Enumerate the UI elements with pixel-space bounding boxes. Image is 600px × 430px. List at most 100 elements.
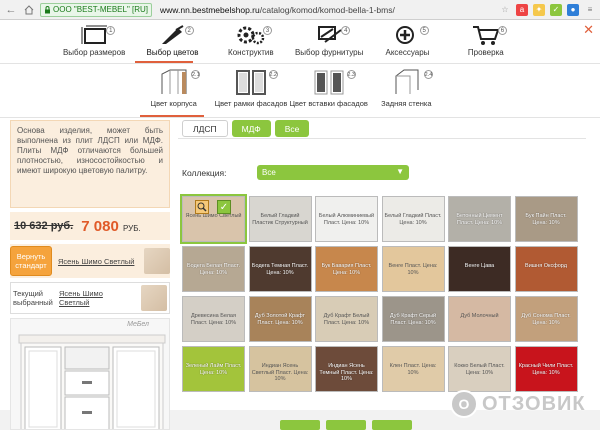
step-construction[interactable]: 3 Конструктив xyxy=(212,24,290,62)
check-icon[interactable]: ✓ xyxy=(217,200,231,214)
standard-row: Вернуть стандарт Ясень Шимо Светлый xyxy=(10,244,170,278)
color-swatch[interactable]: Дуб Крафт Серый Пласт. Цена: 10% xyxy=(381,296,445,342)
color-swatch[interactable]: Древесина Белая Пласт. Цена: 10% xyxy=(182,296,245,342)
color-swatch[interactable]: Бук Пайн Пласт. Цена: 10% xyxy=(514,196,578,242)
swatch-name: Дуб Крафт Серый Пласт. Цена: 10% xyxy=(389,313,437,326)
substep-nav: 2.1 Цвет корпуса 2.2 Цвет рамки фасадов … xyxy=(135,68,445,116)
divider xyxy=(0,117,600,118)
color-swatch[interactable]: Белый Гладкий Пласт. Цена: 10% xyxy=(381,196,445,242)
color-swatch[interactable]: Дуб Сонома Пласт. Цена: 10% xyxy=(514,296,578,342)
swatch-name: Индиан Ясень Темный Пласт. Цена: 10% xyxy=(319,363,374,382)
color-swatch[interactable]: Вишня Оксфорд xyxy=(514,246,578,292)
step-review[interactable]: 6 Проверка xyxy=(447,24,525,62)
swatch-name: Бетонный Цемент Пласт. Цена: 10% xyxy=(456,213,503,226)
step-label: Выбор фурнитуры xyxy=(294,48,364,57)
substep-back-panel[interactable]: 2.4 Задняя стенка xyxy=(368,68,445,116)
swatch-name: Вишня Оксфорд xyxy=(525,263,567,269)
swatch-name: Белый Гладкий Пласт. Цена: 10% xyxy=(384,213,442,226)
tab-all[interactable]: Все xyxy=(274,120,310,137)
tab-ldsp[interactable]: ЛДСП xyxy=(182,120,228,137)
color-swatch[interactable]: Бетонный Цемент Пласт. Цена: 10% xyxy=(448,196,511,242)
divider xyxy=(178,138,586,139)
close-icon[interactable]: ✕ xyxy=(583,22,594,38)
security-badge[interactable]: ООО "BEST-MEBEL" [RU] xyxy=(40,2,153,17)
color-swatch[interactable]: Индиан Ясень Светлый Пласт. Цена: 10% xyxy=(248,346,312,392)
substep-number: 2.1 xyxy=(191,70,201,79)
standard-color-link[interactable]: Ясень Шимо Светлый xyxy=(58,257,138,266)
collection-value: Все xyxy=(262,168,276,177)
swatch-grid: Ясень Шимо Светлый ✓ Белый Гладкий Пластик… xyxy=(180,194,578,396)
extension-icon[interactable]: ✦ xyxy=(533,3,545,16)
product-preview: МеБел xyxy=(10,318,170,430)
divider xyxy=(0,63,600,64)
swatch-name: Венге Пласт. Цена: 10% xyxy=(388,263,438,276)
facade-frame-icon xyxy=(233,68,269,96)
substep-frame-color[interactable]: 2.2 Цвет рамки фасадов xyxy=(212,68,289,116)
color-swatch[interactable]: Клен Пласт. Цена: 10% xyxy=(381,346,445,392)
current-color-link[interactable]: Ясень Шимо Светлый xyxy=(59,289,135,307)
otzovik-watermark: O ОТЗОВИК xyxy=(450,386,600,422)
chevron-down-icon: ▼ xyxy=(396,167,404,176)
color-swatch[interactable]: Индиан Ясень Темный Пласт. Цена: 10% xyxy=(315,346,378,392)
swatch-name: Дуб Крафт Белый Пласт. Цена: 10% xyxy=(323,313,370,326)
step-accessories[interactable]: 5 Аксессуары xyxy=(368,24,446,62)
color-swatch[interactable]: Бодега Темная Пласт. Цена: 10% xyxy=(248,246,312,292)
step-hardware[interactable]: 4 Выбор фурнитуры xyxy=(290,24,368,62)
extension-icon[interactable]: ✓ xyxy=(550,3,562,16)
swatch-name: Белый Алюминиевый Пласт. Цена: 10% xyxy=(318,213,375,226)
home-icon[interactable] xyxy=(22,3,36,17)
watermark-text: ОТЗОВИК xyxy=(482,392,586,415)
step-label: Проверка xyxy=(467,48,504,57)
zoom-icon[interactable] xyxy=(195,200,209,214)
color-swatch[interactable]: Венге Пласт. Цена: 10% xyxy=(381,246,445,292)
cert-label: ООО "BEST-MEBEL" [RU] xyxy=(53,5,149,14)
browser-extensions: ☆ a ✦ ✓ ● ≡ xyxy=(499,3,596,16)
step-label: Аксессуары xyxy=(385,48,430,57)
substep-label: Цвет вставки фасадов xyxy=(289,99,368,108)
collection-label: Коллекция: xyxy=(182,168,227,178)
material-description: Основа изделия, может быть выполнена из … xyxy=(10,120,170,208)
swatch-name: Индиан Ясень Светлый Пласт. Цена: 10% xyxy=(251,363,309,382)
url-path: /catalog/komod/komod-bella-1-bms/ xyxy=(259,4,395,15)
step-colors[interactable]: 2 Выбор цветов xyxy=(133,24,211,62)
step-label: Конструктив xyxy=(228,48,274,57)
color-swatch[interactable]: Дуб Молочный xyxy=(448,296,511,342)
preview-badge: МеБел xyxy=(127,321,149,328)
color-swatch[interactable]: Бук Бавария Пласт. Цена: 10% xyxy=(315,246,378,292)
extension-icon[interactable]: a xyxy=(516,3,528,16)
step-dimensions[interactable]: 1 Выбор размеров xyxy=(55,24,133,62)
browser-toolbar: ← ООО "BEST-MEBEL" [RU] www.nn.bestmebel… xyxy=(0,0,600,20)
color-swatch[interactable]: Белый Гладкий Пластик Структурный xyxy=(248,196,312,242)
tab-mdf[interactable]: МДФ xyxy=(231,120,271,137)
color-swatch[interactable]: Ясень Шимо Светлый ✓ xyxy=(180,194,247,244)
address-bar[interactable]: www.nn.bestmebelshop.ru/catalog/komod/ko… xyxy=(160,5,395,15)
extension-icon[interactable]: ● xyxy=(567,3,579,16)
substep-label: Цвет рамки фасадов xyxy=(214,99,288,108)
color-swatch[interactable]: Белый Алюминиевый Пласт. Цена: 10% xyxy=(315,196,378,242)
standard-swatch xyxy=(144,248,170,274)
color-swatch[interactable]: Венге Цава xyxy=(448,246,511,292)
page-button[interactable] xyxy=(280,420,320,430)
step-number: 5 xyxy=(419,26,429,35)
menu-icon[interactable]: ≡ xyxy=(584,4,596,16)
bookmark-star-icon[interactable]: ☆ xyxy=(499,4,511,16)
color-swatch[interactable]: Зеленый Лайм Пласт. Цена: 10% xyxy=(182,346,245,392)
substep-body-color[interactable]: 2.1 Цвет корпуса xyxy=(135,68,212,116)
swatch-name: Древесина Белая Пласт. Цена: 10% xyxy=(190,313,237,326)
old-price: 10 632 руб. xyxy=(14,220,74,232)
current-swatch xyxy=(141,285,167,311)
back-arrow-icon[interactable]: ← xyxy=(4,3,18,17)
page-button[interactable] xyxy=(372,420,412,430)
color-swatch[interactable]: Дуб Золотой Крафт Пласт. Цена: 10% xyxy=(248,296,312,342)
step-nav: 1 Выбор размеров 2 Выбор цветов 3 Констр… xyxy=(55,24,525,62)
substep-insert-color[interactable]: 2.3 Цвет вставки фасадов xyxy=(289,68,368,116)
swatch-name: Дуб Золотой Крафт Пласт. Цена: 10% xyxy=(254,313,306,326)
substep-label: Цвет корпуса xyxy=(150,99,197,108)
color-swatch[interactable]: Бодега Белая Пласт. Цена: 10% xyxy=(182,246,245,292)
collection-select[interactable]: Все ▼ xyxy=(257,165,409,180)
page-button[interactable] xyxy=(326,420,366,430)
reset-standard-button[interactable]: Вернуть стандарт xyxy=(10,246,52,276)
color-swatch[interactable]: Дуб Крафт Белый Пласт. Цена: 10% xyxy=(315,296,378,342)
swatch-name: Бук Бавария Пласт. Цена: 10% xyxy=(321,263,372,276)
step-label: Выбор цветов xyxy=(146,48,199,57)
